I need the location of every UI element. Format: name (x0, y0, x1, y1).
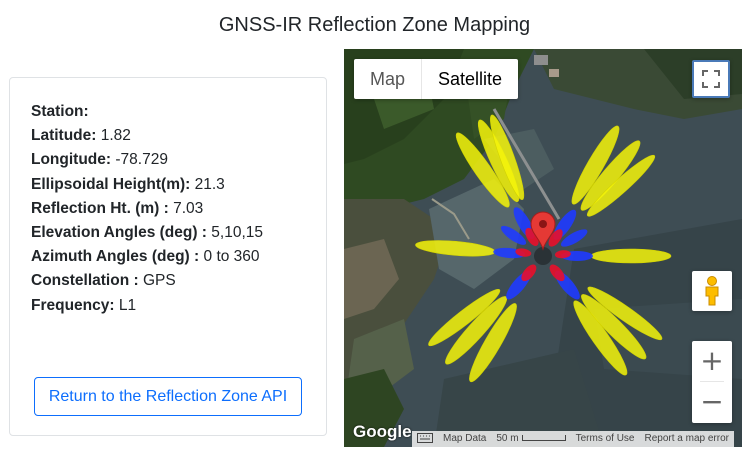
google-logo: Google (353, 422, 412, 441)
report-map-error-link[interactable]: Report a map error (640, 431, 734, 447)
latitude-label: Latitude: (31, 127, 97, 145)
map-type-map-button[interactable]: Map (354, 59, 421, 99)
reflection-height-row: Reflection Ht. (m) : 7.03 (31, 197, 263, 221)
fullscreen-icon (702, 70, 720, 88)
station-row: Station: (31, 100, 263, 124)
constellation-row: Constellation : GPS (31, 269, 263, 293)
frequency-value: L1 (118, 296, 137, 314)
zoom-control: + − (692, 341, 732, 423)
longitude-value: -78.729 (115, 151, 168, 169)
map-type-control: Map Satellite (354, 59, 519, 99)
elevation-angles-label: Elevation Angles (deg) : (31, 224, 207, 242)
constellation-label: Constellation : (31, 272, 139, 290)
map-scale[interactable]: 50 m (491, 431, 570, 447)
page-title: GNSS-IR Reflection Zone Mapping (218, 14, 531, 36)
constellation-value: GPS (142, 272, 176, 290)
reflection-height-label: Reflection Ht. (m) : (31, 199, 169, 217)
terms-of-use-link[interactable]: Terms of Use (571, 431, 640, 447)
fullscreen-button[interactable] (692, 60, 730, 98)
pegman-icon (705, 276, 719, 306)
station-info-card: Station: Latitude: 1.82 Longitude: -78.7… (9, 77, 327, 436)
azimuth-angles-value: 0 to 360 (203, 248, 260, 266)
ellipsoidal-height-label: Ellipsoidal Height(m): (31, 175, 191, 193)
keyboard-icon (417, 433, 433, 444)
return-to-api-button[interactable]: Return to the Reflection Zone API (34, 377, 302, 416)
station-info-list: Station: Latitude: 1.82 Longitude: -78.7… (31, 100, 263, 318)
map-attribution-bar: Map Data 50 m Terms of Use Report a map … (412, 431, 734, 447)
azimuth-angles-label: Azimuth Angles (deg) : (31, 248, 200, 266)
zoom-in-icon[interactable]: + (692, 341, 732, 381)
keyboard-shortcuts-button[interactable] (412, 431, 438, 447)
satellite-map[interactable]: Map Satellite + − Google Map Data 50 m T… (344, 49, 742, 447)
reflection-zones-overlay (415, 114, 672, 383)
frequency-label: Frequency: (31, 296, 115, 314)
longitude-row: Longitude: -78.729 (31, 148, 263, 172)
reflection-height-value: 7.03 (173, 199, 204, 217)
latitude-value: 1.82 (100, 127, 131, 145)
map-data-link[interactable]: Map Data (438, 431, 491, 447)
azimuth-angles-row: Azimuth Angles (deg) : 0 to 360 (31, 245, 263, 269)
ellipsoidal-height-row: Ellipsoidal Height(m): 21.3 (31, 173, 263, 197)
station-label: Station: (31, 103, 89, 120)
latitude-row: Latitude: 1.82 (31, 124, 263, 148)
ellipsoidal-height-value: 21.3 (194, 175, 225, 193)
elevation-angles-value: 5,10,15 (211, 224, 264, 242)
map-scale-label: 50 m (496, 433, 519, 444)
street-view-pegman-button[interactable] (692, 271, 732, 311)
elevation-angles-row: Elevation Angles (deg) : 5,10,15 (31, 221, 263, 245)
map-scale-bar (521, 435, 566, 442)
zoom-out-icon[interactable]: − (692, 382, 732, 422)
frequency-row: Frequency: L1 (31, 294, 263, 318)
longitude-label: Longitude: (31, 151, 112, 169)
map-type-satellite-button[interactable]: Satellite (421, 59, 518, 99)
